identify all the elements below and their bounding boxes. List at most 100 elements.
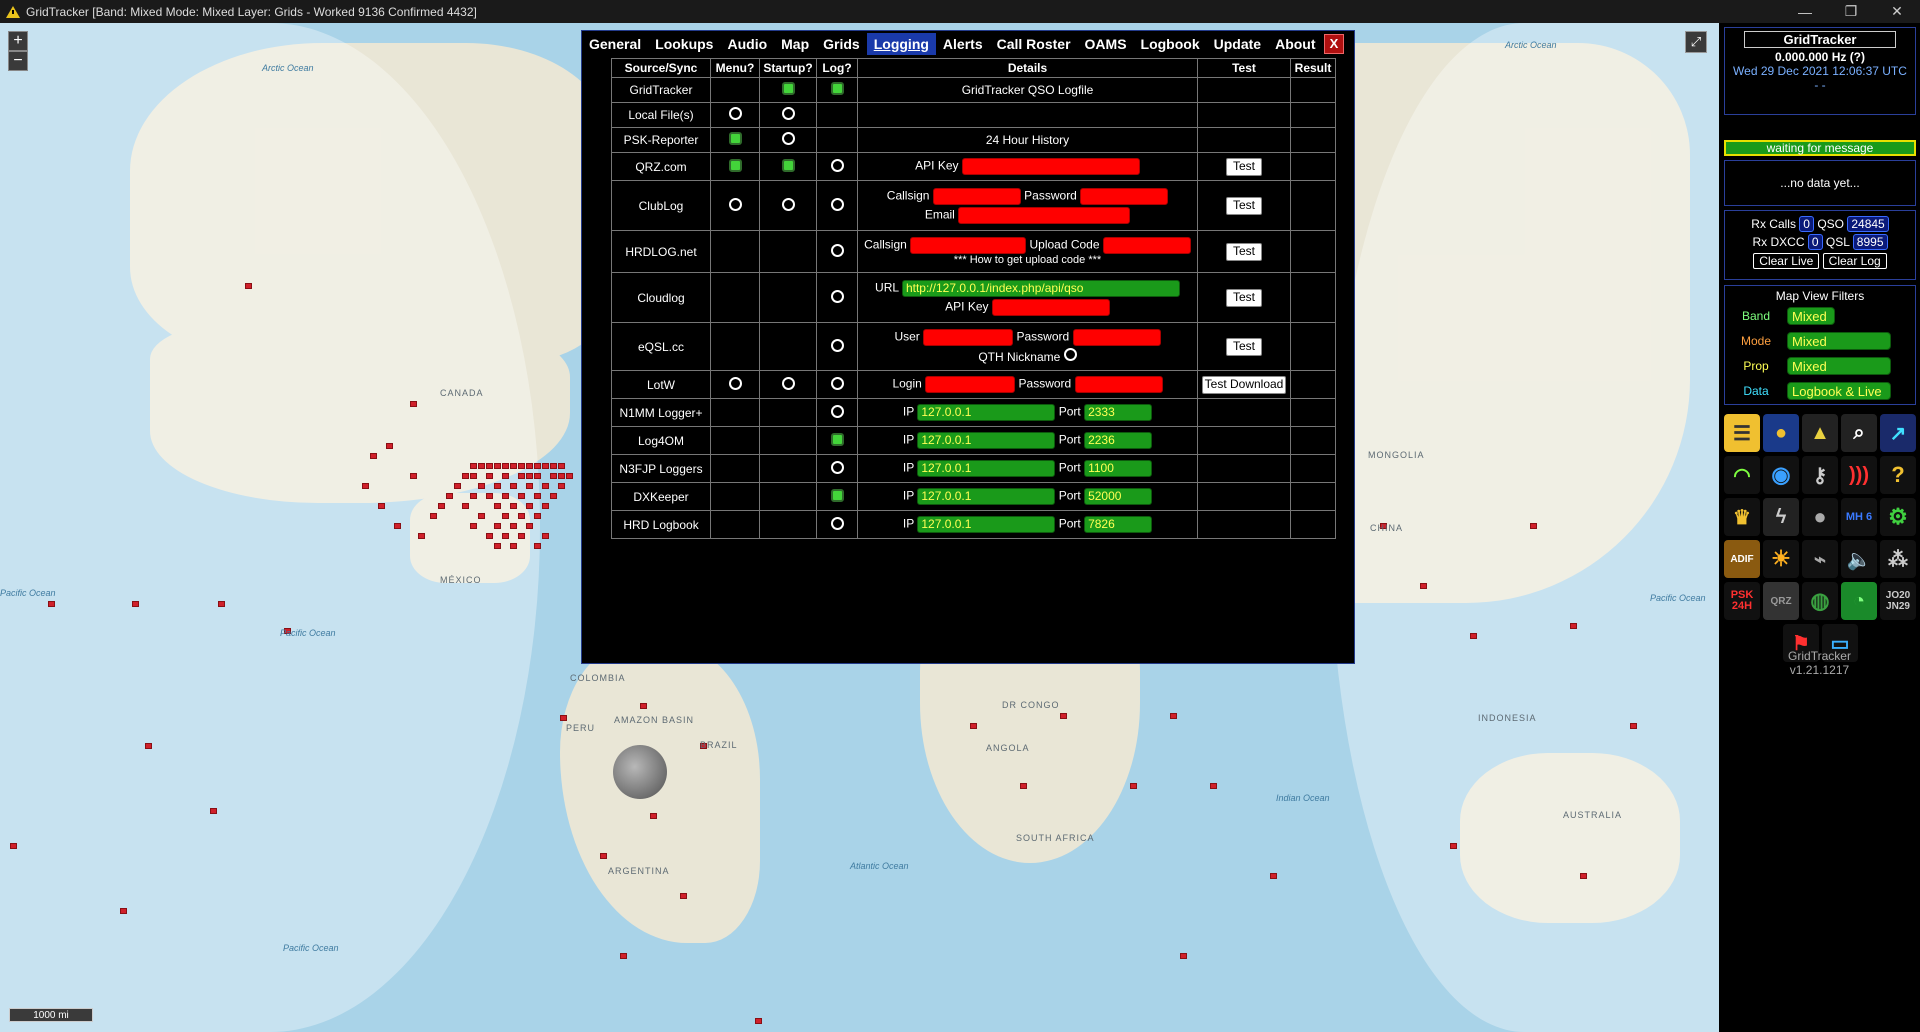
startup-checkbox[interactable] — [781, 82, 795, 95]
clear-log-button[interactable]: Clear Log — [1822, 253, 1887, 269]
sun-icon[interactable]: ☀ — [1763, 540, 1799, 578]
mode-select[interactable]: Mixed — [1787, 331, 1891, 350]
psk-24h-icon[interactable]: PSK 24H — [1724, 582, 1760, 620]
menu-checkbox[interactable] — [728, 197, 742, 211]
clublog-password-input[interactable] — [1080, 187, 1169, 205]
log-checkbox[interactable] — [830, 158, 844, 172]
log-checkbox[interactable] — [830, 488, 844, 502]
n3fjp-port-input[interactable]: 1100 — [1084, 460, 1153, 477]
cloudlog-test-button[interactable]: Test — [1225, 288, 1262, 307]
key-icon[interactable]: ⚷ — [1802, 456, 1838, 494]
mh-grid-icon[interactable]: MH 6 — [1841, 498, 1877, 536]
menu-checkbox[interactable] — [728, 132, 742, 145]
log-checkbox[interactable] — [830, 432, 844, 446]
radar-icon[interactable]: ◔ — [1841, 582, 1877, 620]
startup-checkbox[interactable] — [781, 376, 795, 390]
lotw-login-input[interactable] — [925, 376, 1016, 393]
menu-checkbox[interactable] — [728, 158, 742, 172]
tab-logbook[interactable]: Logbook — [1134, 33, 1207, 55]
log-list-icon[interactable]: ☰ — [1724, 414, 1760, 452]
moon-tool-icon[interactable]: ● — [1802, 498, 1838, 536]
clear-live-button[interactable]: Clear Live — [1753, 253, 1820, 269]
award-medal-icon[interactable]: ● — [1763, 414, 1799, 452]
cloudlog-api-key-input[interactable] — [991, 298, 1110, 316]
network-icon[interactable]: ⁂ — [1880, 540, 1916, 578]
tab-general[interactable]: General — [582, 33, 648, 55]
log4om-port-input[interactable]: 2236 — [1084, 432, 1153, 449]
minimize-button[interactable]: — — [1782, 0, 1828, 23]
band-select[interactable]: Mixed — [1787, 306, 1835, 325]
hrdlog-upload-code-input[interactable] — [1102, 237, 1191, 254]
tab-alerts[interactable]: Alerts — [936, 33, 990, 55]
clublog-callsign-input[interactable] — [932, 187, 1021, 205]
search-icon[interactable]: ⌕ — [1841, 414, 1877, 452]
cloudlog-url-input[interactable]: http://127.0.0.1/index.php/api/qso — [901, 279, 1180, 297]
n1mm-port-input[interactable]: 2333 — [1084, 404, 1153, 421]
eqsl-user-input[interactable] — [923, 329, 1014, 346]
restore-button[interactable]: ❐ — [1828, 0, 1874, 23]
log-checkbox[interactable] — [830, 338, 844, 352]
globe-icon[interactable]: ◉ — [1763, 456, 1799, 494]
startup-checkbox[interactable] — [781, 132, 795, 145]
hrd-port-input[interactable]: 7826 — [1084, 516, 1153, 533]
tab-lookups[interactable]: Lookups — [648, 33, 720, 55]
adif-icon[interactable]: ADIF — [1724, 540, 1760, 578]
fullscreen-icon[interactable]: ⤢ — [1685, 31, 1707, 53]
tab-update[interactable]: Update — [1207, 33, 1268, 55]
lotw-password-input[interactable] — [1074, 376, 1163, 393]
speaker-icon[interactable]: 🔈 — [1841, 540, 1877, 578]
hrdlog-help-link[interactable]: *** How to get upload code *** — [861, 254, 1194, 266]
close-window-button[interactable]: ✕ — [1874, 0, 1920, 23]
close-panel-button[interactable]: X — [1324, 34, 1344, 54]
dxkeeper-port-input[interactable]: 52000 — [1084, 488, 1153, 505]
lotw-test-download-button[interactable]: Test Download — [1201, 375, 1287, 394]
tab-map[interactable]: Map — [774, 33, 816, 55]
data-select[interactable]: Logbook & Live — [1787, 381, 1891, 400]
n3fjp-ip-input[interactable]: 127.0.0.1 — [917, 460, 1056, 477]
n1mm-ip-input[interactable]: 127.0.0.1 — [917, 404, 1056, 421]
chart-icon[interactable]: ↗ — [1880, 414, 1916, 452]
prop-select[interactable]: Mixed — [1787, 356, 1891, 375]
log-checkbox[interactable] — [830, 289, 844, 303]
log-checkbox[interactable] — [830, 243, 844, 257]
tab-logging[interactable]: Logging — [866, 33, 936, 55]
hrdlog-test-button[interactable]: Test — [1225, 242, 1262, 261]
qrz-api-key-input[interactable] — [961, 158, 1140, 175]
lightning-icon[interactable]: ϟ — [1763, 498, 1799, 536]
startup-checkbox[interactable] — [781, 158, 795, 172]
grid-locator-icon[interactable]: JO20 JN29 — [1880, 582, 1916, 620]
road-icon[interactable]: ▲ — [1802, 414, 1838, 452]
gear-icon[interactable]: ⚙ — [1880, 498, 1916, 536]
tab-about[interactable]: About — [1268, 33, 1322, 55]
hrd-ip-input[interactable]: 127.0.0.1 — [917, 516, 1056, 533]
tab-call-roster[interactable]: Call Roster — [990, 33, 1078, 55]
startup-checkbox[interactable] — [781, 197, 795, 211]
log-checkbox[interactable] — [830, 404, 844, 418]
menu-checkbox[interactable] — [728, 376, 742, 390]
zoom-in-button[interactable]: + — [8, 31, 28, 51]
tab-grids[interactable]: Grids — [816, 33, 867, 55]
eqsl-password-input[interactable] — [1072, 329, 1161, 346]
qth-nickname-checkbox[interactable] — [1063, 348, 1077, 361]
zoom-out-button[interactable]: − — [8, 51, 28, 71]
tab-audio[interactable]: Audio — [720, 33, 774, 55]
startup-checkbox[interactable] — [781, 107, 795, 120]
qrz-test-button[interactable]: Test — [1225, 157, 1262, 176]
log-checkbox[interactable] — [830, 460, 844, 474]
clublog-email-input[interactable] — [958, 206, 1131, 224]
eqsl-test-button[interactable]: Test — [1225, 337, 1262, 356]
globe-grid-icon[interactable]: ◍ — [1802, 582, 1838, 620]
log-checkbox[interactable] — [830, 82, 844, 95]
clublog-test-button[interactable]: Test — [1225, 196, 1262, 215]
log-checkbox[interactable] — [830, 197, 844, 211]
log-checkbox[interactable] — [830, 516, 844, 530]
menu-checkbox[interactable] — [728, 107, 742, 120]
tab-oams[interactable]: OAMS — [1078, 33, 1134, 55]
help-icon[interactable]: ? — [1880, 456, 1916, 494]
antenna-icon[interactable]: ))) — [1841, 456, 1877, 494]
log-checkbox[interactable] — [830, 376, 844, 390]
log4om-ip-input[interactable]: 127.0.0.1 — [917, 432, 1056, 449]
qrz-icon[interactable]: QRZ — [1763, 582, 1799, 620]
satellite-icon[interactable]: ⌁ — [1802, 540, 1838, 578]
trophy-icon[interactable]: ♛ — [1724, 498, 1760, 536]
